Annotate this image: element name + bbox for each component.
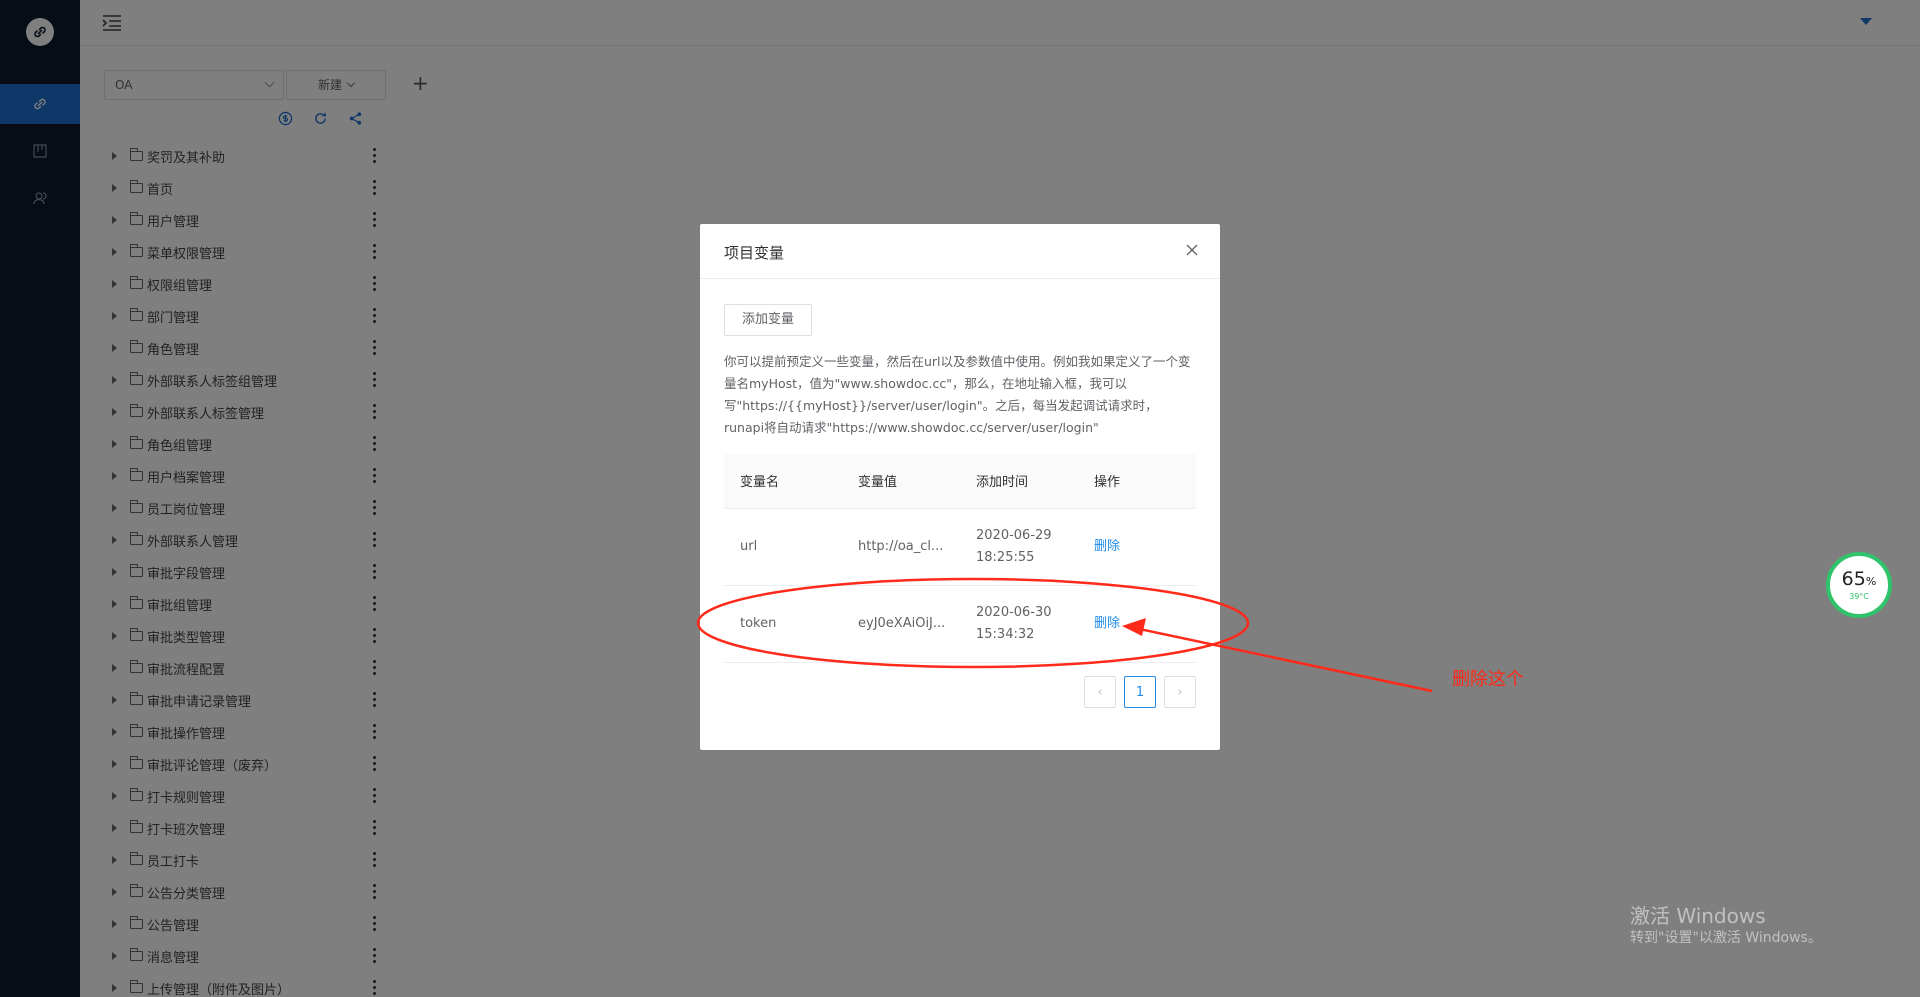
variable-added-time: 2020-06-30 15:34:32 (960, 585, 1078, 663)
delete-link[interactable]: 删除 (1094, 539, 1120, 554)
table-row: url http://oa_cl... 2020-06-29 18:25:55 删… (724, 508, 1196, 586)
prev-page-button[interactable]: ‹ (1084, 676, 1116, 708)
variable-value: http://oa_cl... (842, 508, 960, 586)
project-variables-dialog: 项目变量 添加变量 你可以提前预定义一些变量，然后在url以及参数值中使用。例如… (700, 224, 1220, 750)
variables-description: 你可以提前预定义一些变量，然后在url以及参数值中使用。例如我如果定义了一个变量… (724, 354, 1191, 435)
row-actions: 删除 (1078, 508, 1196, 586)
variable-name: url (724, 508, 842, 586)
variable-name: token (724, 585, 842, 663)
pagination: ‹ 1 › (1084, 676, 1196, 708)
added-date: 2020-06-30 (976, 604, 1052, 620)
variables-table: 变量名 变量值 添加时间 操作 url http://oa_cl... 2020… (724, 454, 1196, 663)
column-header: 变量值 (842, 454, 960, 509)
usage-value: 65 (1841, 567, 1866, 590)
temperature: 39°C (1849, 591, 1869, 601)
row-actions: 删除 (1078, 585, 1196, 663)
added-time: 18:25:55 (976, 549, 1035, 565)
column-header: 变量名 (724, 454, 842, 509)
table-row: token eyJ0eXAiOiJ... 2020-06-30 15:34:32 … (724, 585, 1196, 663)
table-header-row: 变量名 变量值 添加时间 操作 (724, 454, 1196, 509)
added-time: 15:34:32 (976, 626, 1035, 642)
next-page-button[interactable]: › (1164, 676, 1196, 708)
column-header: 添加时间 (960, 454, 1078, 509)
delete-link[interactable]: 删除 (1094, 616, 1120, 631)
variable-value: eyJ0eXAiOiJ... (842, 585, 960, 663)
watermark-title: 激活 Windows (1630, 904, 1766, 928)
watermark-subtitle: 转到"设置"以激活 Windows。 (1630, 930, 1822, 946)
variable-added-time: 2020-06-29 18:25:55 (960, 508, 1078, 586)
cpu-temp-widget[interactable]: 65% 39°C (1826, 552, 1892, 618)
close-icon[interactable] (1184, 242, 1200, 258)
add-variable-button[interactable]: 添加变量 (724, 304, 812, 336)
usage-percent: 65% (1842, 569, 1877, 592)
added-date: 2020-06-29 (976, 527, 1052, 543)
annotation-text: 删除这个 (1452, 669, 1524, 690)
dialog-header: 项目变量 (700, 224, 1220, 279)
dialog-title: 项目变量 (724, 244, 785, 262)
column-header: 操作 (1078, 454, 1196, 509)
page-1-button[interactable]: 1 (1124, 676, 1156, 708)
usage-unit: % (1865, 574, 1877, 588)
